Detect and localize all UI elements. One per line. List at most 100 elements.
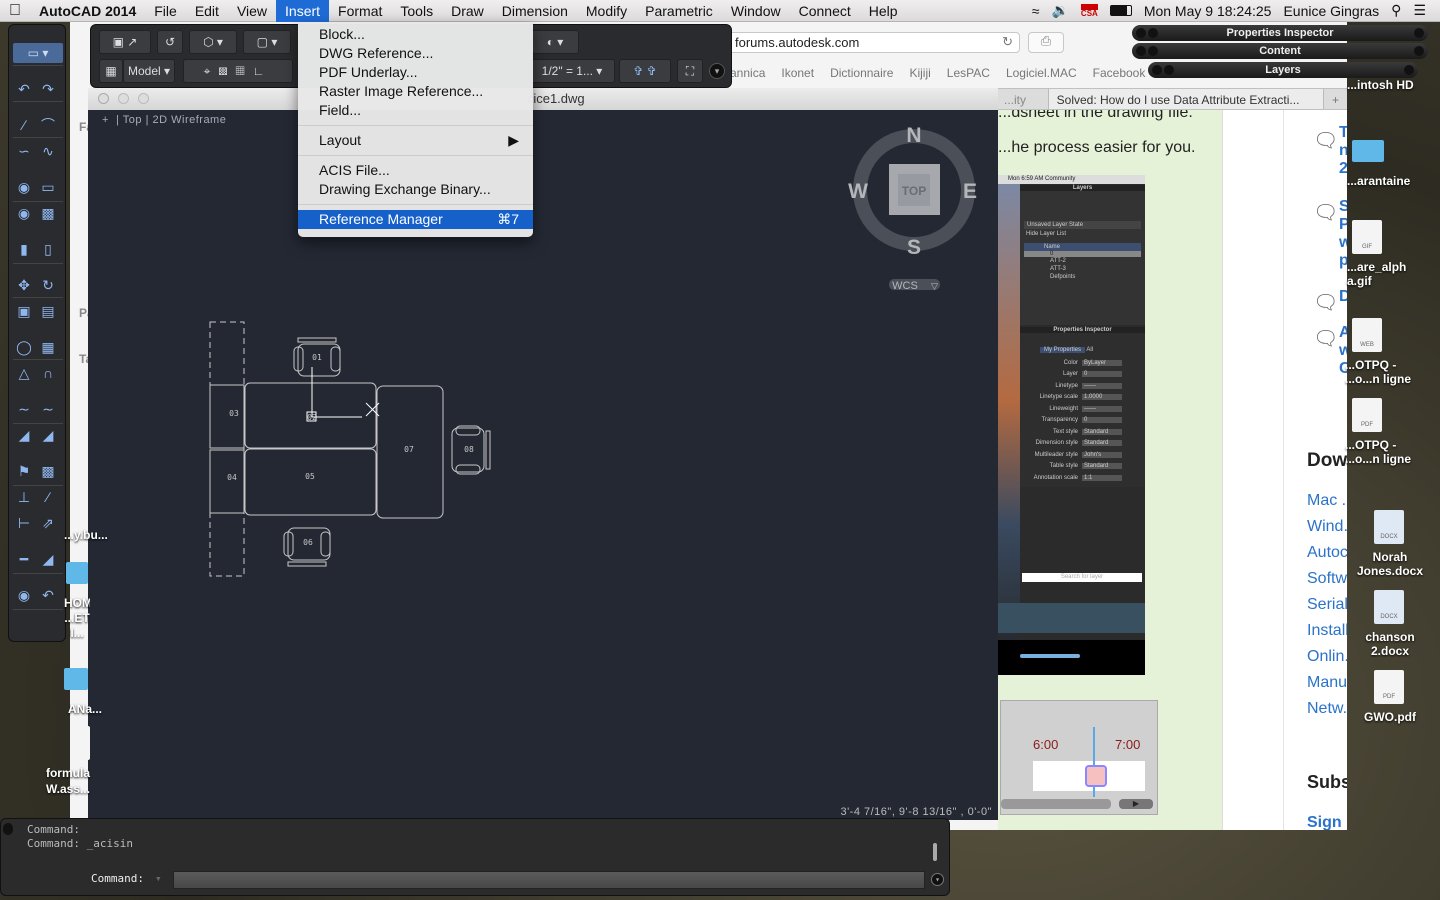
scrollbar[interactable] xyxy=(933,843,937,861)
minimize-icon[interactable] xyxy=(118,93,129,104)
extrude-erase-tool-icon[interactable]: ▯ xyxy=(37,240,59,258)
command-input[interactable] xyxy=(173,871,925,889)
workspace-buttons[interactable]: ▣ ↗ xyxy=(99,30,151,54)
desktop-icon-label[interactable]: Norah Jones.docx xyxy=(1352,550,1428,578)
clock[interactable]: Mon May 9 18:24:25 xyxy=(1144,3,1272,19)
bookmark[interactable]: Logiciel.MAC xyxy=(1006,66,1077,84)
menu-item-block[interactable]: Block... xyxy=(298,25,533,44)
menu-format[interactable]: Format xyxy=(329,0,391,22)
print-button[interactable]: ⎙ xyxy=(1028,32,1064,53)
copy-array-tool-icon[interactable]: ◯ xyxy=(13,338,35,356)
desktop-icon-label[interactable]: ...arantaine xyxy=(1347,174,1410,188)
sidebar-link[interactable]: Onlin... xyxy=(1307,648,1347,666)
move-rotate-tool-icon[interactable]: ↻ xyxy=(37,276,59,294)
mirror-offset-tool-icon[interactable]: ∩ xyxy=(37,364,59,382)
dimension-tool-icon[interactable]: ⊥ xyxy=(13,488,35,506)
bookmark[interactable]: LesPAC xyxy=(947,66,990,84)
circle-rect-tool-icon[interactable]: ◉ xyxy=(13,178,35,196)
palette-layers[interactable]: Layers xyxy=(1148,62,1418,78)
scale-stretch-tool-icon[interactable]: ▣ xyxy=(13,302,35,320)
ucs-tool-icon[interactable]: ◉ xyxy=(13,586,35,604)
dimension-tool-icon[interactable]: ∕ xyxy=(37,488,59,506)
ellipse-hatch-tool-icon[interactable]: ▩ xyxy=(37,204,59,222)
bookmark[interactable]: Dictionnaire xyxy=(830,66,893,84)
trim-extend-tool-icon[interactable]: ∼ xyxy=(37,400,59,418)
wcs-label[interactable]: WCS xyxy=(892,280,918,292)
apple-menu-icon[interactable]:  xyxy=(0,0,30,22)
mirror-offset-tool-icon[interactable]: △ xyxy=(13,364,35,382)
desktop-icon-label[interactable]: chanson 2.docx xyxy=(1352,630,1428,658)
dimension-aligned-tool-icon[interactable]: ⊢ xyxy=(13,514,35,532)
play-icon[interactable]: ▶ xyxy=(1119,799,1153,809)
menu-item-dwg-reference[interactable]: DWG Reference... xyxy=(298,44,533,63)
palette-content[interactable]: Content xyxy=(1132,43,1428,59)
tab-active[interactable]: Solved: How do I use Data Attribute Extr… xyxy=(1047,89,1323,109)
volume-icon[interactable]: 🔉 xyxy=(1051,2,1068,19)
polyline-spline-tool-icon[interactable]: ∿ xyxy=(37,142,59,160)
select-tool-dropdown[interactable]: ▭ ▾ xyxy=(13,43,63,63)
comment-link[interactable]: T n 2 xyxy=(1339,124,1347,178)
sidebar-link[interactable]: Install... xyxy=(1307,622,1347,640)
menu-app-name[interactable]: AutoCAD 2014 xyxy=(30,0,145,22)
menu-item-reference-manager[interactable]: Reference Manager ⌘7 xyxy=(298,210,533,229)
close-icon[interactable] xyxy=(3,823,13,835)
close-icon[interactable] xyxy=(98,93,109,104)
annotate-tool-icon[interactable]: ▩ xyxy=(37,462,59,480)
scrollbar[interactable] xyxy=(1001,799,1111,809)
desktop-icon-label[interactable]: ANa... xyxy=(68,702,102,716)
wifi-icon[interactable]: ≈ xyxy=(1032,3,1040,19)
menu-item-pdf-underlay[interactable]: PDF Underlay... xyxy=(298,63,533,82)
bookmark[interactable]: Kijiji xyxy=(909,66,930,84)
annotation-scale-dropdown[interactable]: 1/2" = 1... ▾ xyxy=(529,59,615,83)
scale-stretch-tool-icon[interactable]: ▤ xyxy=(37,302,59,320)
tab[interactable]: ...ity xyxy=(996,89,1048,109)
menu-item-raster-image[interactable]: Raster Image Reference... xyxy=(298,82,533,101)
model-dropdown[interactable]: Model ▾ xyxy=(123,59,175,83)
visual-style-dropdown[interactable]: ⬡ ▾ xyxy=(189,30,237,54)
menu-draw[interactable]: Draw xyxy=(442,0,493,22)
menu-window[interactable]: Window xyxy=(722,0,790,22)
annotation-visibility-buttons[interactable]: ✞ ✞ xyxy=(619,59,671,83)
fillet-chamfer-tool-icon[interactable]: ◢ xyxy=(37,426,59,444)
drawing-viewport[interactable]: + | Top | 2D Wireframe 01 02 03 04 05 06… xyxy=(88,110,998,820)
dimension-aligned-tool-icon[interactable]: ⇗ xyxy=(37,514,59,532)
annotate-tool-icon[interactable]: ⚑ xyxy=(13,462,35,480)
bookmark[interactable]: Facebook xyxy=(1093,66,1146,84)
reload-icon[interactable]: ↻ xyxy=(1002,34,1013,50)
address-bar[interactable]: forums.autodesk.com ↻ xyxy=(700,32,1020,53)
menu-item-acis-file[interactable]: ACIS File... xyxy=(298,161,533,180)
desktop-icon-label[interactable]: ...are_alph a.gif xyxy=(1347,260,1407,288)
undo-redo-tool-icon[interactable]: ↷ xyxy=(37,80,59,98)
measure-tool-icon[interactable]: ◢ xyxy=(37,550,59,568)
copy-array-tool-icon[interactable]: ▦ xyxy=(37,338,59,356)
menu-help[interactable]: Help xyxy=(860,0,907,22)
viewcube[interactable]: N S E W TOP WCS ▽ xyxy=(848,124,977,292)
compass-west[interactable]: W xyxy=(848,180,868,203)
drafting-toggles[interactable]: ⌖▩▦∟ xyxy=(183,59,293,83)
menu-item-layout[interactable]: Layout ▶ xyxy=(298,131,533,150)
compass-east[interactable]: E xyxy=(963,180,977,203)
desktop-icon-label[interactable]: GWO.pdf xyxy=(1352,710,1428,724)
orbit-button[interactable]: ↺ xyxy=(157,30,183,54)
command-history-dropdown-icon[interactable]: ▾ xyxy=(155,872,162,885)
trim-extend-tool-icon[interactable]: ∼ xyxy=(13,400,35,418)
fillet-chamfer-tool-icon[interactable]: ◢ xyxy=(13,426,35,444)
bookmark[interactable]: Ikonet xyxy=(781,66,814,84)
notification-center-icon[interactable]: ☰ xyxy=(1413,2,1426,19)
desktop-icon-hd[interactable]: ...intosh HD xyxy=(1347,78,1414,92)
viewcube-face-label[interactable]: TOP xyxy=(902,184,926,198)
input-source-icon[interactable]: CSA xyxy=(1080,3,1098,18)
user-name[interactable]: Eunice Gingras xyxy=(1283,3,1379,19)
menu-dimension[interactable]: Dimension xyxy=(493,0,577,22)
event-marker[interactable] xyxy=(1085,765,1107,787)
polyline-spline-tool-icon[interactable]: ∽ xyxy=(13,142,35,160)
desktop-icon-label[interactable]: formula W.ass... xyxy=(40,765,96,797)
palette-properties-inspector[interactable]: Properties Inspector xyxy=(1132,25,1428,41)
desktop-icon-label[interactable]: HOM... ...ET I... xyxy=(64,596,90,641)
customize-icon[interactable]: ▾ xyxy=(709,63,725,79)
sidebar-link[interactable]: Netw... xyxy=(1307,700,1347,718)
desktop-icon-label[interactable]: ...OTPQ - ...o...n ligne xyxy=(1345,438,1417,466)
video-timeline[interactable]: 6:00 7:00 ▶ xyxy=(1000,700,1158,815)
spotlight-icon[interactable]: ⚲ xyxy=(1391,2,1401,19)
menu-view[interactable]: View xyxy=(228,0,276,22)
